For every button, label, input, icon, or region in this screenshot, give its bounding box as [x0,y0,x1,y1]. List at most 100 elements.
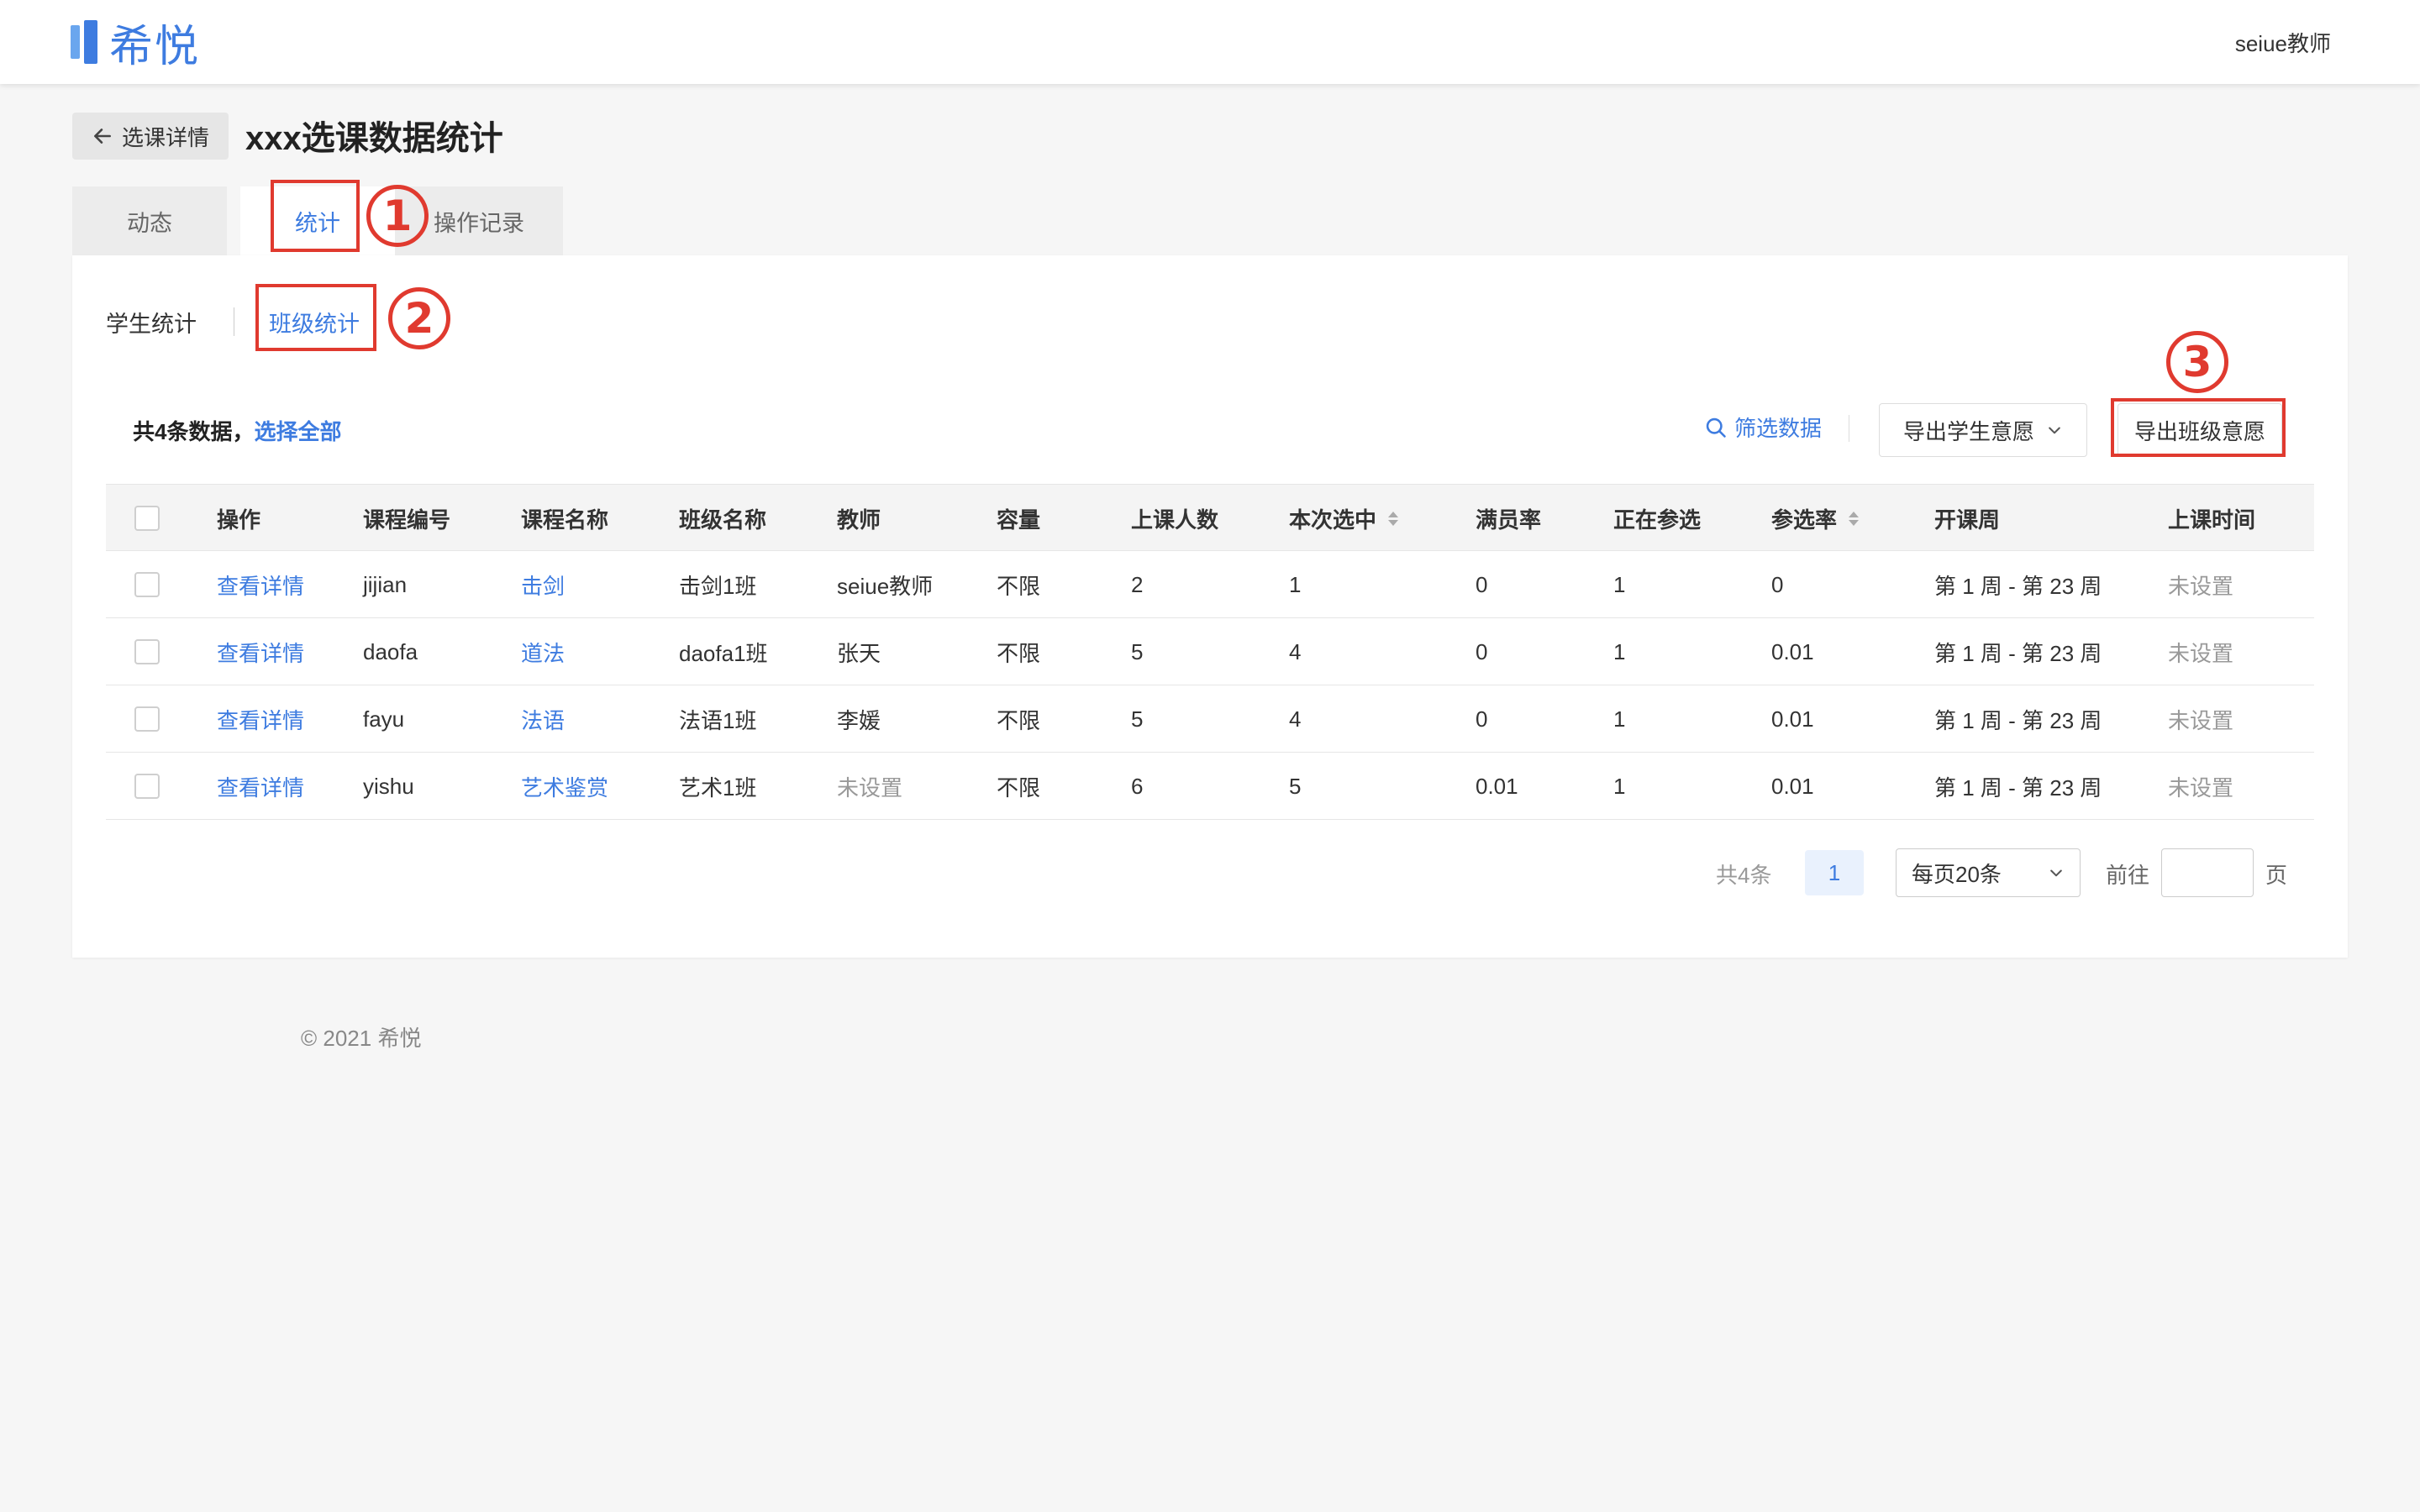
class-time: 未设置 [2168,640,2234,666]
tab-activity[interactable]: 动态 [72,186,227,255]
goto-label: 前往 [2106,863,2150,888]
page-size-select[interactable]: 每页20条 [1896,848,2081,897]
enrolled-count: 6 [1131,773,1144,799]
subtab-student-stats[interactable]: 学生统计 [106,306,197,339]
annotation-number-1: 1 [366,185,429,247]
col-header: 开课周 [1934,507,2001,533]
full-rate: 0 [1476,571,1488,597]
back-button[interactable]: 选课详情 [72,113,229,160]
in-progress-count: 1 [1613,638,1626,664]
row-checkbox[interactable] [134,774,160,799]
row-checkbox-cell[interactable] [134,618,160,685]
col-header: 上课时间 [2168,507,2256,533]
col-header-label: 参选率 [1771,507,1838,533]
col-header: 教师 [837,507,881,533]
back-label: 选课详情 [121,124,209,150]
sort-icon[interactable] [1849,511,1860,526]
select-all-checkbox[interactable] [134,506,160,531]
teacher: 未设置 [837,774,903,801]
row-checkbox[interactable] [134,706,160,732]
footer-copyright: © 2021 希悦 [301,1026,422,1051]
class-name: 法语1班 [679,707,757,733]
app-name: 希悦 [109,22,201,71]
row-checkbox-cell[interactable] [134,551,160,618]
sort-icon[interactable] [1388,511,1399,526]
view-details-link[interactable]: 查看详情 [217,618,304,685]
annotation-box-3 [2111,398,2286,457]
page-title: xxx选课数据统计 [245,120,503,157]
table-header: 操作 课程编号 课程名称 班级名称 教师 容量 上课人数 本次选中 满员率 正在… [106,484,2314,551]
record-count: 共4条数据， [133,419,255,444]
col-header: 满员率 [1476,507,1542,533]
row-checkbox[interactable] [134,572,160,597]
participation-rate: 0.01 [1771,773,1814,799]
class-time: 未设置 [2168,707,2234,733]
participation-rate: 0.01 [1771,706,1814,732]
select-all-link[interactable]: 选择全部 [254,419,341,444]
col-header: 容量 [997,507,1041,533]
enrolled-count: 2 [1131,571,1144,597]
course-code: fayu [363,706,405,732]
table-row: 查看详情 fayu 法语 法语1班 李媛 不限 5 4 0 1 0.01 第 1… [106,685,2314,753]
participation-rate: 0 [1771,571,1784,597]
selected-count: 4 [1289,638,1302,664]
col-header-sortable[interactable]: 参选率 [1771,485,1860,552]
table-row: 查看详情 yishu 艺术鉴赏 艺术1班 未设置 不限 6 5 0.01 1 0… [106,753,2314,820]
capacity: 不限 [997,707,1041,733]
col-header-label: 本次选中 [1289,507,1377,533]
statistics-card: 学生统计 班级统计 共4条数据，选择全部 筛选数据 导出学生意愿 导出班级意愿 … [72,255,2348,958]
filter-data-button[interactable]: 筛选数据 [1704,412,1822,443]
arrow-left-icon [94,129,111,144]
row-checkbox-cell[interactable] [134,685,160,753]
goto-unit: 页 [2265,863,2288,888]
col-header: 班级名称 [679,507,767,533]
teacher: 李媛 [837,707,881,733]
capacity: 不限 [997,774,1041,801]
course-code: jijian [363,571,408,597]
course-name-link[interactable]: 击剑 [521,551,565,618]
class-time: 未设置 [2168,573,2234,599]
app-logo[interactable]: 希悦 [71,18,200,71]
export-student-wishes-dropdown[interactable]: 导出学生意愿 [1879,403,2087,457]
course-name-link[interactable]: 道法 [521,618,565,685]
pagination-total: 共4条 [1716,863,1772,888]
class-name: 艺术1班 [679,774,757,801]
in-progress-count: 1 [1613,706,1626,732]
view-details-link[interactable]: 查看详情 [217,551,304,618]
course-weeks: 第 1 周 - 第 23 周 [1934,573,2102,599]
top-bar: 希悦 seiue教师 [0,0,2420,84]
course-weeks: 第 1 周 - 第 23 周 [1934,640,2102,666]
chevron-down-icon [2049,427,2060,434]
class-stats-table: 操作 课程编号 课程名称 班级名称 教师 容量 上课人数 本次选中 满员率 正在… [106,484,2314,820]
table-row: 查看详情 jijian 击剑 击剑1班 seiue教师 不限 2 1 0 1 0… [106,551,2314,618]
user-menu[interactable]: seiue教师 [2235,27,2331,58]
goto-page-input[interactable] [2161,848,2254,897]
annotation-box-1 [271,180,360,252]
course-name-link[interactable]: 法语 [521,685,565,753]
annotation-box-2 [255,284,376,351]
select-all-checkbox-cell[interactable] [134,485,160,552]
col-header: 课程名称 [521,507,609,533]
selected-count: 5 [1289,773,1302,799]
course-code: yishu [363,773,414,799]
col-header: 操作 [217,507,261,533]
col-header: 上课人数 [1131,507,1219,533]
view-details-link[interactable]: 查看详情 [217,685,304,753]
export-student-label: 导出学生意愿 [1902,418,2034,444]
chevron-down-icon [2050,869,2062,877]
search-icon [1706,417,1726,438]
enrolled-count: 5 [1131,638,1144,664]
selected-count: 1 [1289,571,1302,597]
col-header-sortable[interactable]: 本次选中 [1289,485,1399,552]
full-rate: 0.01 [1476,773,1518,799]
course-name-link[interactable]: 艺术鉴赏 [521,753,608,820]
pagination-page-1[interactable]: 1 [1805,850,1864,895]
annotation-number-3: 3 [2166,331,2228,393]
page-size-value: 每页20条 [1912,861,2002,887]
full-rate: 0 [1476,706,1488,732]
row-checkbox[interactable] [134,639,160,664]
view-details-link[interactable]: 查看详情 [217,753,304,820]
course-weeks: 第 1 周 - 第 23 周 [1934,774,2102,801]
row-checkbox-cell[interactable] [134,753,160,820]
col-header: 正在参选 [1613,507,1702,533]
